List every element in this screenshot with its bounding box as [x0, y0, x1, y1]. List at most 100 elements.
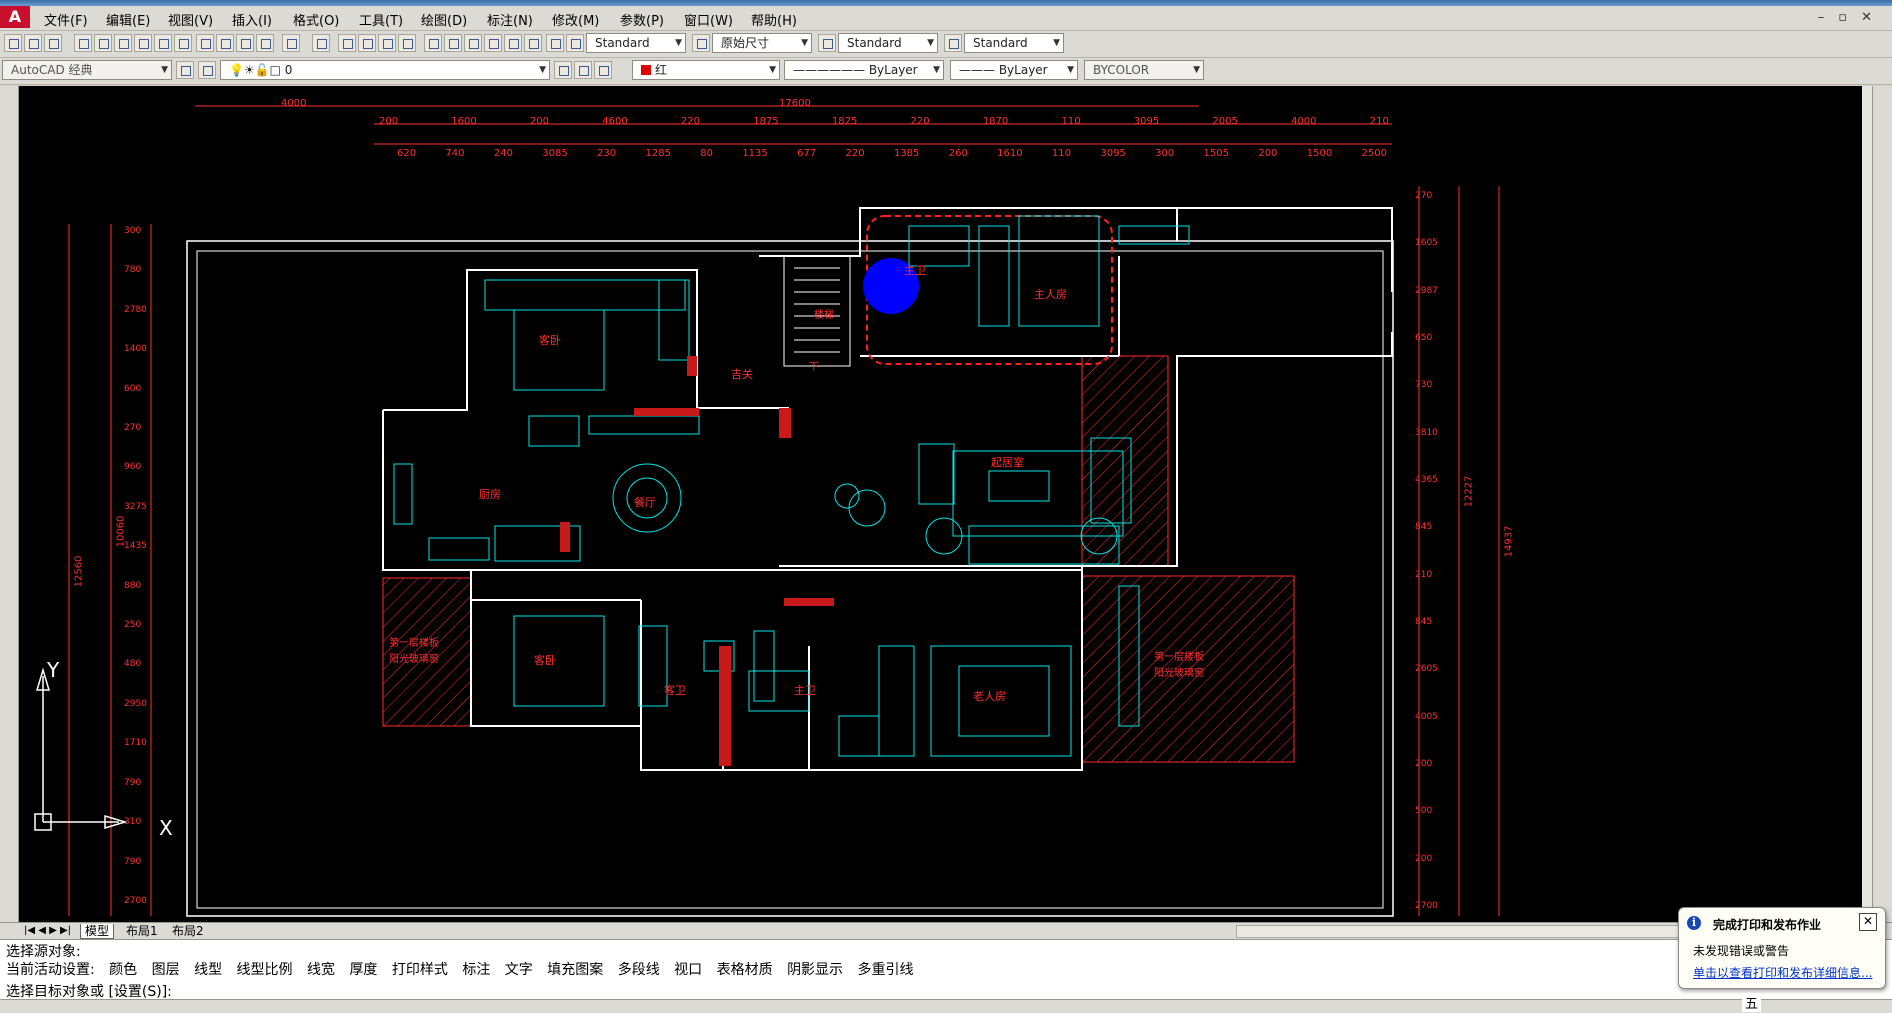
- text-style-select[interactable]: Standard ▼: [586, 33, 686, 53]
- tab-layout1[interactable]: 布局1: [122, 924, 162, 938]
- setting-polyline: 多段线: [617, 962, 660, 978]
- workspace-select[interactable]: AutoCAD 经典 ▼: [2, 60, 172, 80]
- dim-right-total-a: 14937: [1503, 525, 1515, 558]
- print-preview-icon[interactable]: [94, 34, 112, 52]
- menu-window[interactable]: 窗口(W): [684, 10, 733, 29]
- dim-label: 200: [1415, 758, 1433, 769]
- tab-layout2[interactable]: 布局2: [168, 924, 208, 938]
- menu-view[interactable]: 视图(V): [168, 10, 213, 29]
- table-style-icon[interactable]: [818, 34, 836, 52]
- tool-palettes-icon[interactable]: [464, 34, 482, 52]
- block-editor-icon[interactable]: [256, 34, 274, 52]
- menu-insert[interactable]: 插入(I): [232, 10, 272, 29]
- properties-icon[interactable]: [424, 34, 442, 52]
- room-label: 起居室: [991, 456, 1024, 469]
- menu-dimension[interactable]: 标注(N): [487, 10, 533, 29]
- status-bar[interactable]: [0, 999, 1892, 1013]
- plotstyle-select[interactable]: BYCOLOR ▼: [1084, 60, 1204, 80]
- tab-model[interactable]: 模型: [80, 924, 115, 939]
- command-prompt[interactable]: 选择目标对象或 [设置(S)]:: [6, 981, 172, 1001]
- layer-previous-icon[interactable]: [574, 61, 592, 79]
- dim-label: 270: [1415, 191, 1433, 201]
- zoom-window-icon[interactable]: [378, 34, 396, 52]
- copy-icon[interactable]: [196, 34, 214, 52]
- linetype-select[interactable]: —————— ByLayer ▼: [784, 60, 944, 80]
- sheet-set-icon[interactable]: [484, 34, 502, 52]
- dim-label: 270: [124, 423, 142, 434]
- menu-draw[interactable]: 绘图(D): [421, 10, 467, 29]
- help-icon[interactable]: [546, 34, 564, 52]
- dim-label: 220: [680, 116, 700, 127]
- color-select[interactable]: 红 ▼: [632, 60, 780, 80]
- dim-style-icon[interactable]: [692, 34, 710, 52]
- layer-manager-icon[interactable]: [198, 61, 216, 79]
- match-properties-icon[interactable]: [236, 34, 254, 52]
- dim-right-parts: 270 1605 2987 650 730 3810 4365 845 210 …: [1415, 191, 1445, 911]
- table-style-select[interactable]: Standard ▼: [838, 33, 938, 53]
- multileader-style-icon[interactable]: [944, 34, 962, 52]
- cut-icon[interactable]: [174, 34, 192, 52]
- layer-select[interactable]: 💡☀🔓□ 0 ▼: [220, 60, 550, 80]
- publish-icon[interactable]: [114, 34, 132, 52]
- open-file-icon[interactable]: [24, 34, 42, 52]
- dim-label: 620: [397, 148, 417, 159]
- drawing-canvas[interactable]: Y X 4000 17600 200 1600 200 4600 220 187…: [19, 86, 1862, 922]
- draw-toolbar[interactable]: [0, 86, 19, 922]
- text-style-icon[interactable]: [566, 34, 584, 52]
- command-window[interactable]: 选择源对象: 当前活动设置: 颜色 图层 线型 线型比例 线宽 厚度 打印样式 …: [0, 939, 1892, 1000]
- zoom-realtime-icon[interactable]: [358, 34, 376, 52]
- linetype-preview: ——————: [793, 63, 869, 77]
- menu-parameters[interactable]: 参数(P): [620, 10, 664, 29]
- autocad-logo-icon[interactable]: A: [0, 6, 30, 28]
- setting-shadow: 阴影显示: [787, 962, 844, 978]
- markup-icon[interactable]: [504, 34, 522, 52]
- menu-tools[interactable]: 工具(T): [359, 10, 403, 29]
- terrace-note: 阳光玻璃窗: [1154, 668, 1204, 679]
- dim-label: 2005: [1212, 116, 1238, 127]
- make-current-layer-icon[interactable]: [554, 61, 572, 79]
- design-center-icon[interactable]: [444, 34, 462, 52]
- redo-icon[interactable]: [312, 34, 330, 52]
- dim-style-select[interactable]: 原始尺寸 ▼: [712, 33, 812, 53]
- setting-lineweight: 线宽: [306, 962, 335, 978]
- 3d-dwf-icon[interactable]: [134, 34, 152, 52]
- etransmit-icon[interactable]: [154, 34, 172, 52]
- workspace-settings-icon[interactable]: [176, 61, 194, 79]
- tab-nav-arrows[interactable]: |◀ ◀ ▶ ▶|: [20, 924, 75, 938]
- menu-format[interactable]: 格式(O): [293, 10, 339, 29]
- notification-details-link[interactable]: 单击以查看打印和发布详细信息...: [1693, 964, 1872, 981]
- dim-top-1-a: 4000: [281, 98, 307, 109]
- layer-state-icon[interactable]: [594, 61, 612, 79]
- new-file-icon[interactable]: [4, 34, 22, 52]
- dim-label: 110: [1061, 116, 1081, 127]
- command-history-2: 当前活动设置: 颜色 图层 线型 线型比例 线宽 厚度 打印样式 标注 文字 填…: [6, 959, 914, 979]
- pan-icon[interactable]: [338, 34, 356, 52]
- print-notification-balloon[interactable]: i 完成打印和发布作业 ✕ 未发现错误或警告 单击以查看打印和发布详细信息...: [1678, 907, 1886, 989]
- setting-text: 文字: [504, 962, 533, 978]
- zoom-previous-icon[interactable]: [398, 34, 416, 52]
- calculator-icon[interactable]: [524, 34, 542, 52]
- window-controls[interactable]: –▫✕: [1818, 10, 1886, 25]
- print-icon[interactable]: [74, 34, 92, 52]
- dim-label: 4005: [1415, 711, 1438, 722]
- menu-edit[interactable]: 编辑(E): [106, 10, 150, 29]
- menu-help[interactable]: 帮助(H): [751, 10, 797, 29]
- color-swatch: [641, 65, 651, 75]
- paste-icon[interactable]: [216, 34, 234, 52]
- room-label: 客卧: [539, 334, 561, 347]
- menu-file[interactable]: 文件(F): [44, 10, 88, 29]
- dim-label: 300: [1155, 148, 1175, 159]
- menu-modify[interactable]: 修改(M): [552, 10, 599, 29]
- modify-toolbar[interactable]: [1872, 86, 1892, 922]
- ime-indicator[interactable]: 五: [1742, 993, 1762, 1012]
- setting-hatch: 填充图案: [547, 962, 604, 978]
- lineweight-select[interactable]: ——— ByLayer ▼: [950, 60, 1078, 80]
- multileader-style-select[interactable]: Standard ▼: [964, 33, 1064, 53]
- info-icon: i: [1687, 916, 1701, 930]
- undo-icon[interactable]: [282, 34, 300, 52]
- vertical-scrollbar[interactable]: [1862, 86, 1872, 922]
- setting-linetype: 线型: [194, 962, 223, 978]
- save-icon[interactable]: [44, 34, 62, 52]
- close-icon[interactable]: ✕: [1859, 913, 1877, 931]
- dim-label: 845: [1415, 522, 1433, 533]
